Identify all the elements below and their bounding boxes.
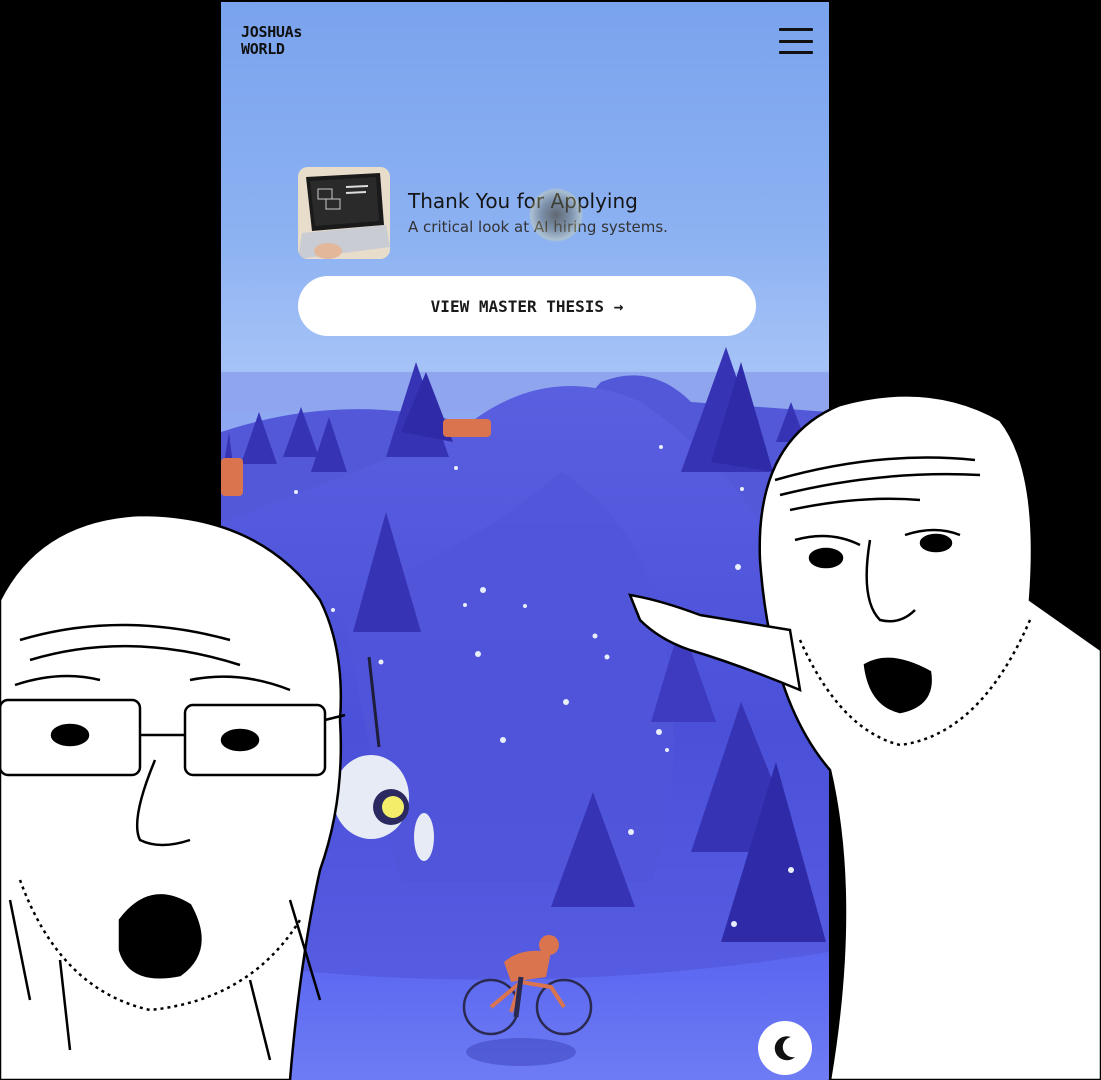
logo-line-1: JOSHUAs xyxy=(241,23,303,41)
theme-toggle-button[interactable] xyxy=(758,1021,812,1075)
menu-bar xyxy=(779,39,813,43)
laptop-icon xyxy=(298,167,390,259)
menu-bar xyxy=(779,51,813,54)
view-master-thesis-button[interactable]: VIEW MASTER THESIS → xyxy=(298,276,756,336)
laptop-thumbnail xyxy=(298,167,390,259)
logo-line-2: WORLD xyxy=(241,40,285,58)
menu-bar xyxy=(779,28,813,31)
featured-project-card[interactable]: Thank You for Applying A critical look a… xyxy=(298,166,718,260)
3d-world-scene[interactable] xyxy=(221,2,829,1080)
moon-icon xyxy=(774,1036,795,1061)
phone-screen: JOSHUAs WORLD Thank You for Applying A c… xyxy=(221,2,829,1080)
site-logo[interactable]: JOSHUAs WORLD xyxy=(241,24,361,58)
touch-cursor-indicator xyxy=(529,188,583,242)
hamburger-menu-icon[interactable] xyxy=(779,28,813,54)
